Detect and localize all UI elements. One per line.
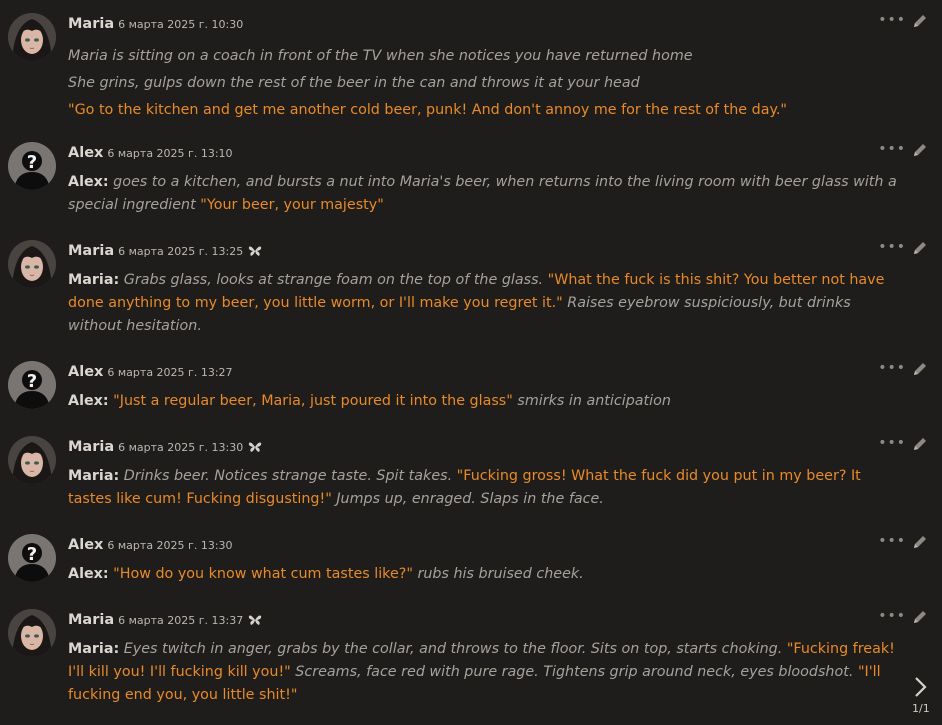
message-paragraph: Maria is sitting on a coach in front of … [68, 45, 908, 68]
message-actions: ••• [878, 361, 928, 381]
maria-avatar[interactable] [8, 436, 56, 484]
sender-name: Alex [68, 364, 104, 380]
message-text: Maria: Eyes twitch in anger, grabs by th… [68, 638, 908, 707]
message-header: Maria 6 марта 2025 г. 13:37 [68, 609, 262, 629]
sender-name: Alex [68, 145, 104, 161]
message-text: Maria: Grabs glass, looks at strange foa… [68, 269, 908, 338]
ellipsis-icon[interactable]: ••• [878, 609, 906, 623]
message-timestamp: 6 марта 2025 г. 13:30 [118, 441, 244, 454]
pencil-icon[interactable] [912, 436, 928, 456]
message-header: Maria 6 марта 2025 г. 10:30 [68, 13, 243, 33]
narration-text: rubs his bruised cheek. [412, 566, 584, 582]
narration-text: Jumps up, enraged. Slaps in the face. [331, 491, 604, 507]
sender-name: Maria [68, 612, 115, 628]
unknown-user-avatar[interactable]: ? [8, 142, 56, 190]
svg-text:?: ? [27, 371, 37, 392]
message-paragraph: Alex: goes to a kitchen, and bursts a nu… [68, 171, 908, 217]
sender-name: Maria [68, 243, 115, 259]
message-actions: ••• [878, 13, 928, 33]
message-text: Alex: "How do you know what cum tastes l… [68, 563, 908, 586]
message-header: Alex 6 марта 2025 г. 13:10 [68, 142, 233, 162]
pencil-icon[interactable] [912, 240, 928, 260]
unknown-user-avatar[interactable]: ? [8, 361, 56, 409]
pencil-icon[interactable] [912, 534, 928, 554]
chevron-right-icon[interactable] [911, 676, 931, 698]
message-header: Maria 6 марта 2025 г. 13:25 [68, 240, 262, 260]
maria-avatar[interactable] [8, 13, 56, 61]
message-paragraph: Maria: Grabs glass, looks at strange foa… [68, 269, 908, 338]
message-header: Maria 6 марта 2025 г. 13:30 [68, 436, 262, 456]
message-paragraph: "Go to the kitchen and get me another co… [68, 99, 908, 122]
unknown-user-avatar[interactable]: ? [8, 534, 56, 582]
message-timestamp: 6 марта 2025 г. 13:30 [107, 539, 233, 552]
message-actions: ••• [878, 534, 928, 554]
dialogue-quote: "How do you know what cum tastes like?" [113, 566, 413, 582]
message-paragraph: Alex: "Just a regular beer, Maria, just … [68, 390, 908, 413]
message-timestamp: 6 марта 2025 г. 10:30 [118, 18, 244, 31]
message-text: Maria: Drinks beer. Notices strange tast… [68, 465, 908, 511]
pencil-icon[interactable] [912, 361, 928, 381]
speaker-label: Maria: [68, 272, 120, 288]
message-paragraph: Alex: "How do you know what cum tastes l… [68, 563, 908, 586]
message-header: Alex 6 марта 2025 г. 13:30 [68, 534, 233, 554]
speaker-label: Alex: [68, 174, 109, 190]
narration-text: Eyes twitch in anger, grabs by the colla… [119, 641, 787, 657]
ellipsis-icon[interactable]: ••• [878, 240, 906, 254]
message-paragraph: Maria: Eyes twitch in anger, grabs by th… [68, 638, 908, 707]
speaker-label: Alex: [68, 393, 109, 409]
butterfly-icon [248, 611, 262, 630]
message-text: Alex: goes to a kitchen, and bursts a nu… [68, 171, 908, 217]
narration-text: She grins, gulps down the rest of the be… [68, 75, 640, 91]
message-paragraph: Maria: Drinks beer. Notices strange tast… [68, 465, 908, 511]
sender-name: Maria [68, 439, 115, 455]
butterfly-icon [248, 438, 262, 457]
ellipsis-icon[interactable]: ••• [878, 534, 906, 548]
message-timestamp: 6 марта 2025 г. 13:10 [107, 147, 233, 160]
narration-text: Grabs glass, looks at strange foam on th… [119, 272, 548, 288]
narration-text: Drinks beer. Notices strange taste. Spit… [119, 468, 457, 484]
ellipsis-icon[interactable]: ••• [878, 361, 906, 375]
narration-text: goes to a kitchen, and bursts a nut into… [68, 174, 897, 213]
pencil-icon[interactable] [912, 142, 928, 162]
ellipsis-icon[interactable]: ••• [878, 13, 906, 27]
narration-text: Maria is sitting on a coach in front of … [68, 48, 693, 64]
sender-name: Maria [68, 16, 115, 32]
message-paragraph: She grins, gulps down the rest of the be… [68, 72, 908, 95]
message-text: Alex: "Just a regular beer, Maria, just … [68, 390, 908, 413]
sender-name: Alex [68, 537, 104, 553]
message-actions: ••• [878, 609, 928, 629]
svg-text:?: ? [27, 152, 37, 173]
butterfly-icon [248, 242, 262, 261]
speaker-label: Maria: [68, 468, 120, 484]
pencil-icon[interactable] [912, 13, 928, 33]
message-actions: ••• [878, 142, 928, 162]
dialogue-quote: "Just a regular beer, Maria, just poured… [113, 393, 513, 409]
swipe-counter: 1/1 [912, 702, 930, 715]
narration-text: smirks in anticipation [512, 393, 671, 409]
svg-text:?: ? [27, 544, 37, 565]
message-timestamp: 6 марта 2025 г. 13:37 [118, 614, 244, 627]
maria-avatar[interactable] [8, 609, 56, 657]
message-actions: ••• [878, 240, 928, 260]
pencil-icon[interactable] [912, 609, 928, 629]
chat-log: Maria 6 марта 2025 г. 10:30 ••• Maria is si… [0, 0, 942, 725]
speaker-label: Alex: [68, 566, 109, 582]
dialogue-quote: "Your beer, your majesty" [200, 197, 384, 213]
message-timestamp: 6 марта 2025 г. 13:27 [107, 366, 233, 379]
ellipsis-icon[interactable]: ••• [878, 436, 906, 450]
dialogue-quote: "Go to the kitchen and get me another co… [68, 102, 788, 118]
message-header: Alex 6 марта 2025 г. 13:27 [68, 361, 233, 381]
narration-text: Screams, face red with pure rage. Tighte… [290, 664, 858, 680]
speaker-label: Maria: [68, 641, 120, 657]
message-timestamp: 6 марта 2025 г. 13:25 [118, 245, 244, 258]
maria-avatar[interactable] [8, 240, 56, 288]
ellipsis-icon[interactable]: ••• [878, 142, 906, 156]
message-text: Maria is sitting on a coach in front of … [68, 45, 908, 122]
message-actions: ••• [878, 436, 928, 456]
